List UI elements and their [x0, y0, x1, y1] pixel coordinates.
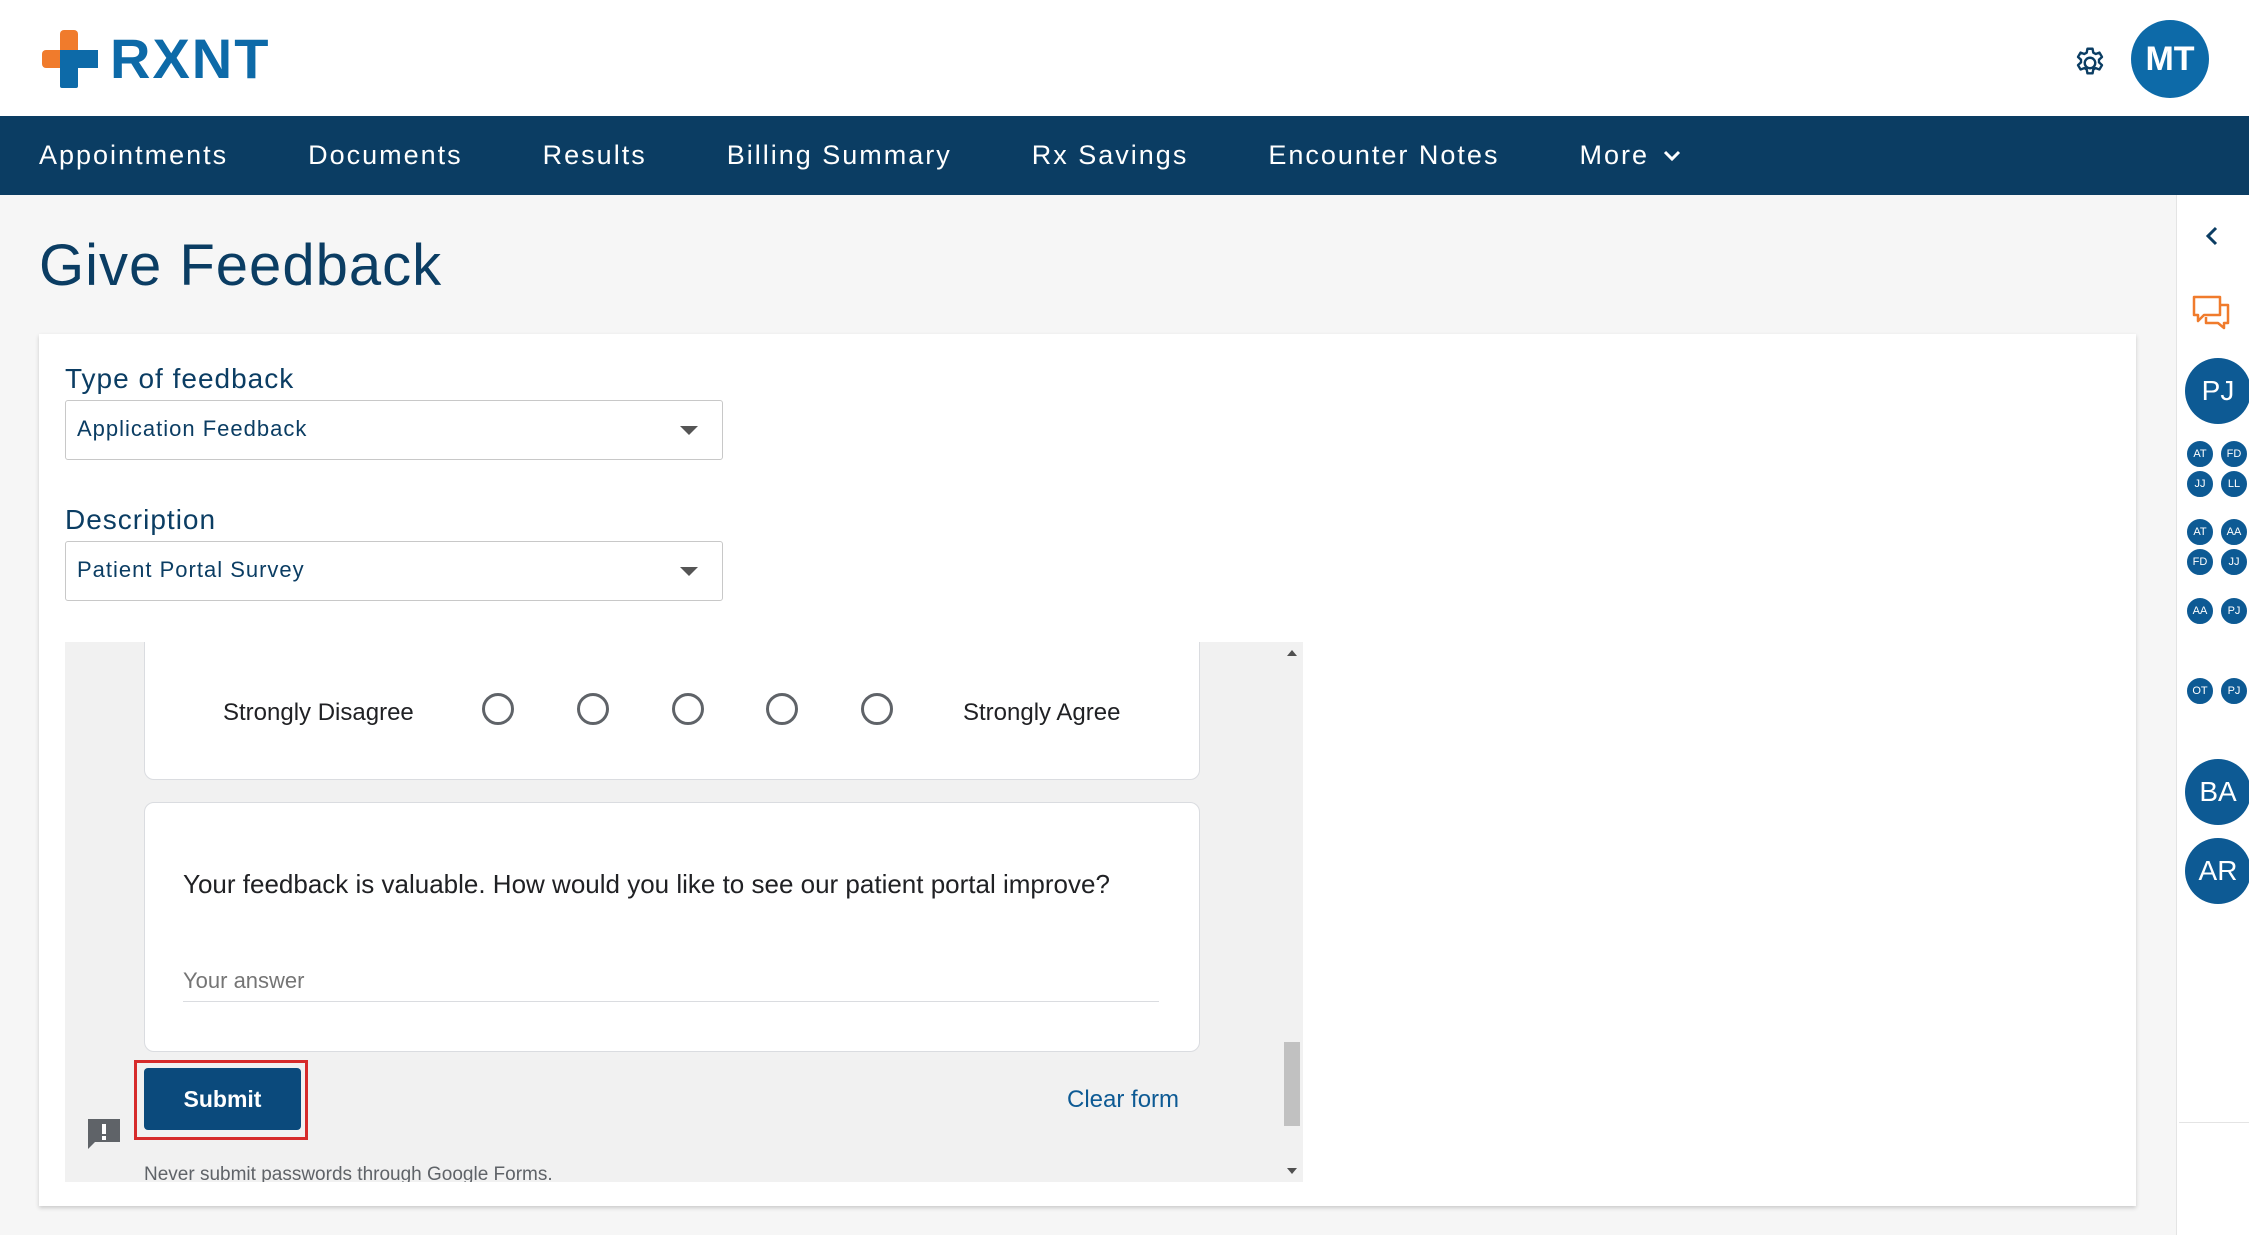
avatar-small: FD [2185, 547, 2215, 577]
scale-high-label: Strongly Agree [963, 699, 1121, 726]
scroll-thumb[interactable] [1284, 1042, 1300, 1126]
likert-radio-1[interactable] [482, 693, 514, 725]
main-nav: Appointments Documents Results Billing S… [0, 116, 2249, 195]
caret-down-icon [680, 567, 698, 576]
feedback-card: Type of feedback Application Feedback De… [39, 334, 2136, 1206]
nav-item-billing-summary[interactable]: Billing Summary [727, 140, 952, 171]
nav-more-label: More [1579, 140, 1649, 170]
gear-icon [2076, 47, 2104, 75]
scale-low-label: Strongly Disagree [223, 699, 414, 726]
likert-radio-2[interactable] [577, 693, 609, 725]
nav-item-more[interactable]: More [1579, 140, 1681, 171]
avatar-small: AT [2185, 439, 2215, 469]
nav-item-documents[interactable]: Documents [308, 140, 463, 171]
avatar-small: AT [2185, 517, 2215, 547]
chevron-left-icon[interactable] [2204, 225, 2220, 252]
avatar-small: FD [2219, 439, 2249, 469]
avatar-small: JJ [2185, 469, 2215, 499]
type-of-feedback-label: Type of feedback [65, 363, 295, 394]
avatar-group-2[interactable]: AT AA FD JJ [2185, 517, 2249, 583]
avatar-group-4[interactable]: OT PJ [2185, 676, 2249, 710]
likert-question-card: Strongly Disagree Strongly Agree [144, 642, 1200, 780]
app-header: RXNT MT [0, 0, 2249, 116]
page-title: Give Feedback [39, 233, 443, 298]
scroll-up-arrow-icon[interactable] [1287, 650, 1297, 656]
avatar-small: AA [2219, 517, 2249, 547]
avatar-small: PJ [2219, 596, 2249, 626]
question-text: Your feedback is valuable. How would you… [183, 869, 1110, 899]
avatar-ba[interactable]: BA [2185, 759, 2249, 825]
rxnt-logo[interactable]: RXNT [40, 28, 270, 90]
rail-divider [2179, 1122, 2249, 1123]
nav-item-rx-savings[interactable]: Rx Savings [1032, 140, 1189, 171]
avatar-group-3[interactable]: AA PJ [2185, 596, 2249, 630]
type-of-feedback-value: Application Feedback [77, 416, 308, 441]
avatar-pj[interactable]: PJ [2185, 358, 2249, 424]
scroll-down-arrow-icon[interactable] [1287, 1168, 1297, 1174]
type-of-feedback-select[interactable]: Application Feedback [65, 400, 723, 460]
clear-form-link[interactable]: Clear form [1067, 1086, 1179, 1114]
nav-item-appointments[interactable]: Appointments [39, 140, 228, 171]
user-avatar[interactable]: MT [2131, 20, 2209, 98]
open-question-card: Your feedback is valuable. How would you… [144, 802, 1200, 1052]
likert-radio-3[interactable] [672, 693, 704, 725]
chevron-down-icon [1663, 150, 1681, 162]
nav-item-encounter-notes[interactable]: Encounter Notes [1268, 140, 1499, 171]
embedded-survey-frame: Strongly Disagree Strongly Agree Your fe… [65, 642, 1303, 1182]
chat-icon[interactable] [2190, 293, 2232, 338]
avatar-small: JJ [2219, 547, 2249, 577]
settings-button[interactable] [2071, 44, 2109, 82]
form-scrollbar[interactable] [1281, 642, 1303, 1182]
avatar-small: PJ [2219, 676, 2249, 706]
avatar-group-1[interactable]: AT FD JJ LL [2185, 439, 2249, 505]
submit-button[interactable]: Submit [144, 1068, 301, 1130]
avatar-small: OT [2185, 676, 2215, 706]
avatar-ar[interactable]: AR [2185, 838, 2249, 904]
description-value: Patient Portal Survey [77, 557, 305, 582]
logo-text: RXNT [110, 27, 271, 90]
disclaimer-text: Never submit passwords through Google Fo… [144, 1164, 553, 1182]
description-label: Description [65, 504, 217, 535]
caret-down-icon [680, 426, 698, 435]
nav-item-results[interactable]: Results [543, 140, 647, 171]
description-select[interactable]: Patient Portal Survey [65, 541, 723, 601]
report-feedback-icon[interactable] [85, 1116, 123, 1157]
right-rail: PJ AT FD JJ LL AT AA FD JJ AA PJ OT PJ B… [2176, 195, 2249, 1235]
answer-input[interactable] [183, 961, 1159, 1002]
avatar-small: AA [2185, 596, 2215, 626]
likert-radio-4[interactable] [766, 693, 798, 725]
avatar-small: LL [2219, 469, 2249, 499]
likert-radio-5[interactable] [861, 693, 893, 725]
logo-cross-icon [42, 30, 98, 88]
